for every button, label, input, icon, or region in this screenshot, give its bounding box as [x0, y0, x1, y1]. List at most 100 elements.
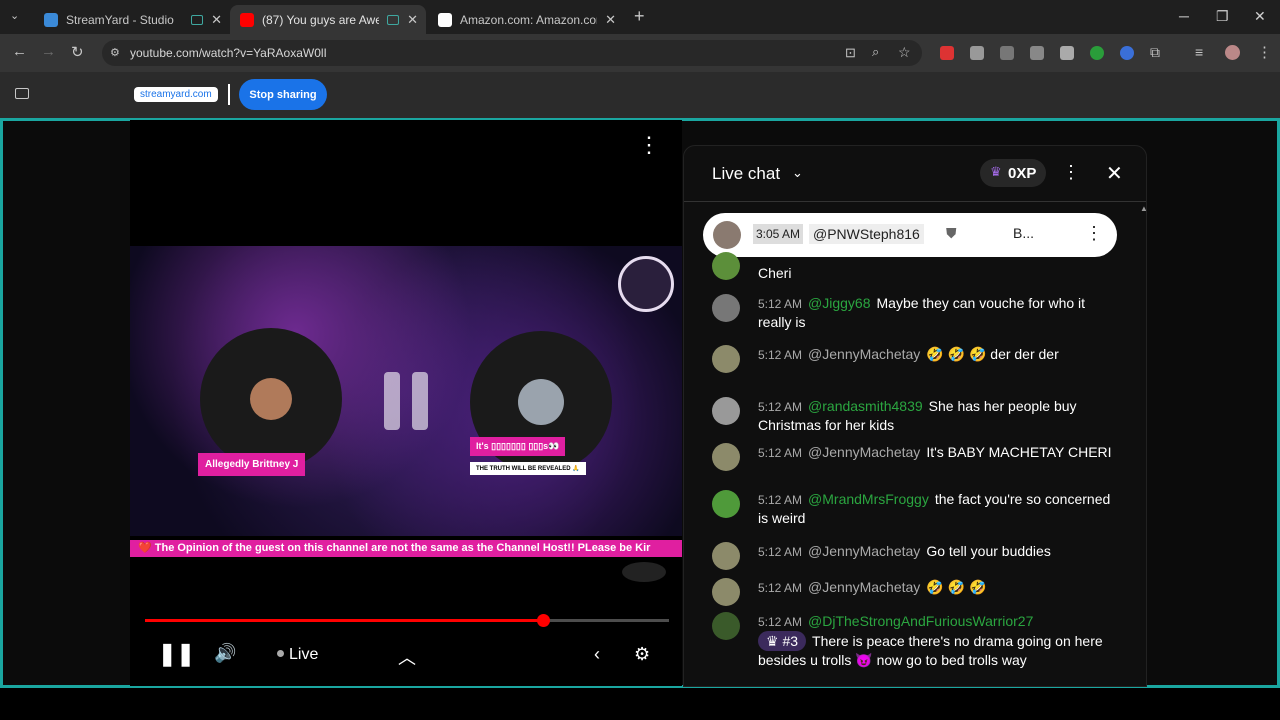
seek-bar[interactable] [145, 619, 669, 622]
message-author[interactable]: @randasmith4839 [808, 398, 923, 414]
media-control-icon[interactable]: ≡ [1195, 44, 1203, 60]
chat-scroll-up-icon[interactable]: ▲ [1140, 204, 1146, 213]
message-author[interactable]: @JennyMachetay [808, 444, 920, 460]
member-badge: ♛ #3 [758, 631, 807, 651]
host-name-tag: Allegedly Brittney J [198, 453, 306, 476]
message-author[interactable]: @JennyMachetay [808, 579, 920, 595]
message-time: 5:12 AM [758, 545, 803, 559]
pause-icon[interactable]: ❚❚ [158, 641, 195, 667]
video-player[interactable]: ⋮ Allegedly Brittney J It's ▯▯▯▯▯▯▯ ▯▯▯s… [130, 120, 682, 686]
pinned-more-icon[interactable]: ⋮ [1085, 223, 1103, 244]
cast-icon [387, 14, 400, 25]
maximize-icon[interactable]: ❐ [1216, 8, 1229, 25]
message-time: 5:12 AM [758, 400, 803, 414]
chat-avatar [712, 345, 740, 373]
pinned-author: @PNWSteph816 [809, 224, 924, 244]
message-time: 5:12 AM [758, 446, 803, 460]
close-tab-icon[interactable]: ✕ [211, 12, 222, 28]
amazon-favicon-icon [438, 12, 452, 27]
url-text[interactable]: youtube.com/watch?v=YaRAoxaW0lI [130, 46, 327, 60]
pinned-message[interactable]: 3:05 AM @PNWSteph816 ⛊ B... ⋮ [703, 213, 1117, 257]
message-author[interactable]: @Jiggy68 [808, 295, 870, 311]
close-tab-icon[interactable]: ✕ [407, 12, 418, 28]
crown-icon: ♛ [990, 164, 1002, 179]
close-chat-icon[interactable]: ✕ [1106, 161, 1123, 186]
more-menu-icon[interactable]: ⋮ [1257, 43, 1272, 61]
tab-title: Amazon.com: Amazon.com Gift [460, 12, 597, 27]
tab-title: (87) You guys are Awesome [262, 12, 380, 27]
player-more-icon[interactable]: ⋮ [638, 132, 660, 158]
pause-overlay-bar-right [412, 372, 428, 430]
chevron-down-icon[interactable]: ⌄ [792, 165, 803, 181]
stream-scene: Allegedly Brittney J It's ▯▯▯▯▯▯▯ ▯▯▯s👀 … [130, 246, 682, 536]
reload-icon[interactable]: ↻ [71, 43, 84, 61]
minimize-icon[interactable]: ─ [1179, 8, 1189, 24]
message-author[interactable]: @JennyMachetay [808, 346, 920, 362]
message-author[interactable]: @DjTheStrongAndFuriousWarrior27 [808, 613, 1033, 629]
message-author[interactable]: @MrandMrsFroggy [808, 491, 929, 507]
stop-sharing-button[interactable]: Stop sharing [239, 79, 327, 110]
seek-bar-played [145, 619, 544, 622]
host-frame [200, 328, 342, 470]
close-window-icon[interactable]: ✕ [1254, 8, 1266, 25]
member-rank: #3 [782, 633, 799, 649]
live-label[interactable]: Live [289, 646, 318, 664]
extension-icon[interactable] [970, 46, 984, 60]
chevron-up-icon[interactable]: ︿ [398, 644, 416, 670]
extension-icon[interactable] [1120, 46, 1134, 60]
chat-title[interactable]: Live chat [712, 164, 780, 184]
live-chat-panel: Live chat ⌄ ♛ 0XP ⋮ ✕ 3:05 AM @PNWSteph8… [683, 145, 1147, 687]
message-text: There is peace there's no drama going on… [758, 633, 1103, 668]
tab-youtube[interactable]: (87) You guys are Awesome ✕ [230, 5, 426, 34]
xp-label: 0XP [1008, 165, 1037, 182]
pinned-time: 3:05 AM [753, 224, 804, 244]
extensions-puzzle-icon[interactable]: ⧉ [1150, 44, 1160, 61]
message-text: 🤣 🤣 🤣 der der der [926, 346, 1059, 362]
partial-message-text: Cheri [758, 265, 792, 281]
tab-search-icon[interactable]: ⌄ [10, 9, 19, 22]
message-text: Go tell your buddies [926, 543, 1051, 559]
guest-name-tag: It's ▯▯▯▯▯▯▯ ▯▯▯s👀 [470, 437, 566, 456]
streamyard-favicon-icon [44, 12, 58, 27]
extension-icon[interactable] [1060, 46, 1074, 60]
youtube-favicon-icon [240, 12, 254, 27]
extension-icon[interactable] [1030, 46, 1044, 60]
message-time: 5:12 AM [758, 615, 803, 629]
shield-badge-icon: ⛊ [946, 225, 957, 241]
chevron-left-icon[interactable]: ‹ [594, 644, 600, 665]
chat-avatar [712, 443, 740, 471]
extension-icon[interactable] [1000, 46, 1014, 60]
message-author[interactable]: @JennyMachetay [808, 543, 920, 559]
divider [228, 84, 230, 105]
install-app-icon[interactable]: ⊡ [845, 45, 856, 61]
forward-icon[interactable]: → [41, 43, 56, 60]
zoom-icon[interactable]: ⌕ [872, 44, 879, 60]
bookmark-star-icon[interactable]: ☆ [898, 44, 911, 61]
pinned-text: B... [1013, 225, 1035, 241]
watermark-logo [622, 562, 666, 582]
xp-badge[interactable]: ♛ 0XP [980, 159, 1046, 187]
message-time: 5:12 AM [758, 348, 803, 362]
volume-icon[interactable]: 🔊 [214, 643, 236, 664]
back-icon[interactable]: ← [12, 43, 27, 60]
profile-avatar[interactable] [1225, 45, 1240, 60]
site-info-icon[interactable]: ⚙ [110, 46, 120, 59]
disclaimer-ticker: ❤️ The Opinion of the guest on this chan… [130, 540, 682, 557]
tab-streamyard[interactable]: StreamYard - Studio ✕ [34, 5, 230, 34]
host-avatar [250, 378, 292, 420]
close-tab-icon[interactable]: ✕ [605, 12, 616, 28]
message-time: 5:12 AM [758, 297, 803, 311]
settings-gear-icon[interactable]: ⚙ [634, 644, 650, 665]
chat-avatar [712, 578, 740, 606]
chat-avatar [712, 612, 740, 640]
seek-bar-handle[interactable] [537, 614, 551, 627]
new-tab-icon[interactable]: + [634, 6, 645, 27]
chat-more-icon[interactable]: ⋮ [1062, 162, 1080, 183]
extension-icon[interactable] [1090, 46, 1104, 60]
tab-amazon[interactable]: Amazon.com: Amazon.com Gift ✕ [428, 5, 624, 34]
channel-logo [618, 256, 674, 312]
extension-icon[interactable] [940, 46, 954, 60]
guest-avatar [518, 379, 564, 425]
guest-sublabel: THE TRUTH WILL BE REVEALED 🙏 [470, 462, 586, 475]
pause-overlay-bar-left [384, 372, 400, 430]
